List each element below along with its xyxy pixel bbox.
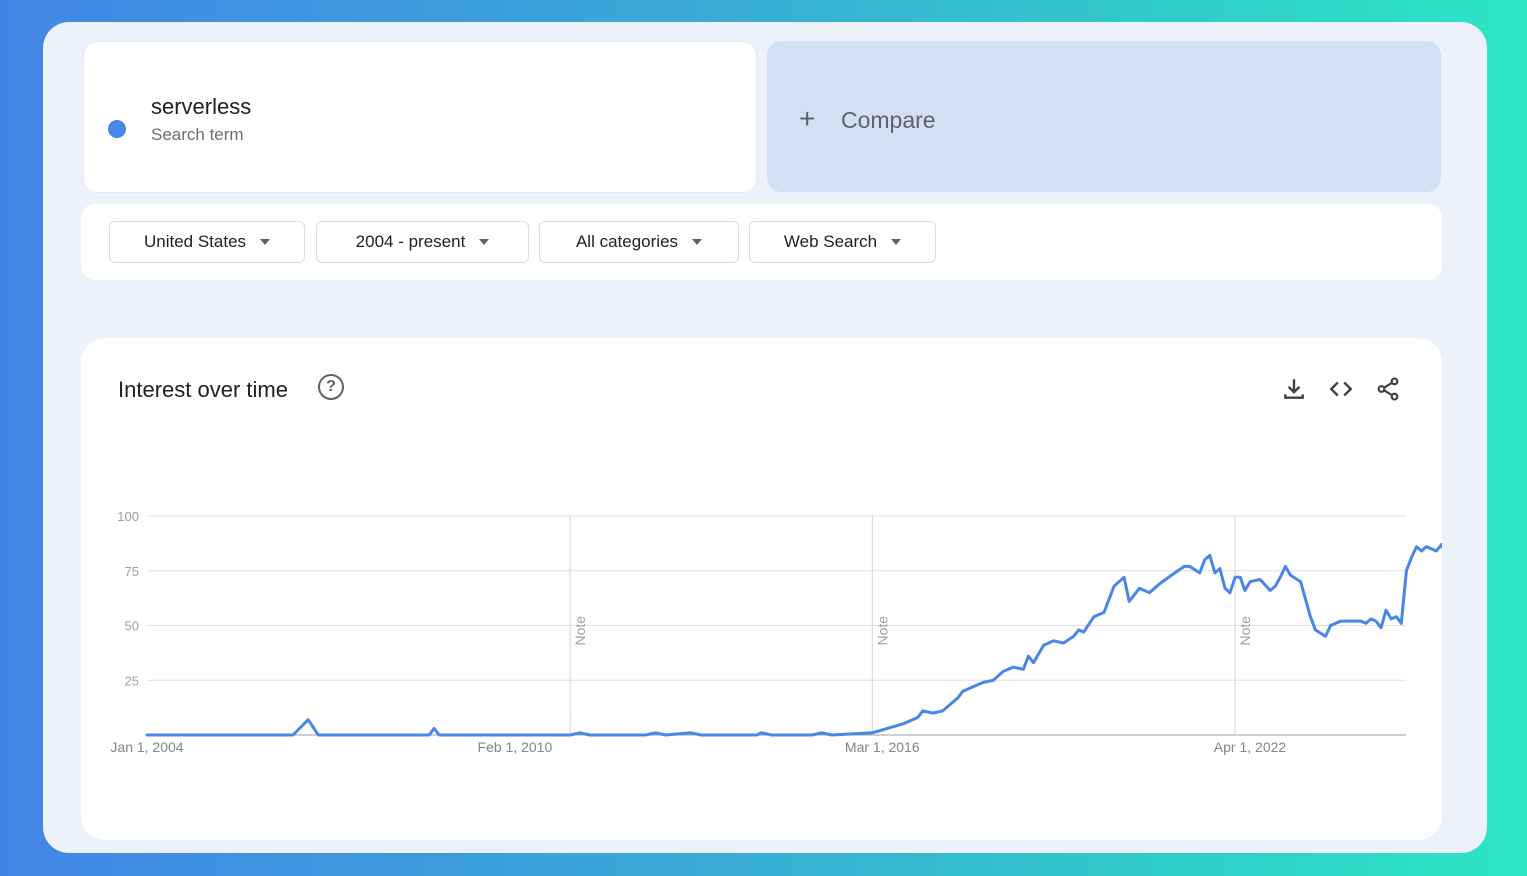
y-tick-label: 25	[125, 673, 139, 688]
time-range-dropdown-label: 2004 - present	[355, 232, 466, 251]
line-chart: 100 75 50 25 Note Note Note Jan 1, 2004 Feb 1, 2…	[110, 509, 1442, 755]
x-tick-label: Jan 1, 2004	[110, 739, 183, 755]
filters-bar: United States 2004 - present All categor…	[81, 204, 1442, 280]
category-dropdown[interactable]: All categories	[539, 221, 739, 263]
y-tick-label: 100	[117, 509, 139, 524]
interest-over-time-panel: Interest over time ? 100 75 50 25 Note Note No…	[81, 338, 1442, 840]
note-label: Note	[572, 616, 588, 646]
y-tick-label: 50	[125, 619, 139, 634]
note-label: Note	[874, 616, 890, 646]
caret-down-icon	[891, 239, 902, 245]
search-term-name: serverless	[151, 94, 252, 119]
region-dropdown[interactable]: United States	[109, 221, 305, 263]
caret-down-icon	[260, 239, 271, 245]
search-term-subtitle: Search term	[151, 125, 244, 144]
note-label: Note	[1237, 616, 1253, 646]
main-frame: serverless Search term + Compare United …	[43, 22, 1487, 853]
time-range-dropdown[interactable]: 2004 - present	[316, 221, 529, 263]
x-tick-label: Mar 1, 2016	[845, 739, 920, 755]
x-tick-label: Apr 1, 2022	[1214, 739, 1287, 755]
x-tick-label: Feb 1, 2010	[478, 739, 553, 755]
search-type-dropdown-label: Web Search	[783, 232, 878, 251]
caret-down-icon	[479, 239, 490, 245]
series-color-dot	[108, 120, 126, 138]
caret-down-icon	[692, 239, 703, 245]
region-dropdown-label: United States	[143, 232, 247, 251]
category-dropdown-label: All categories	[575, 232, 679, 251]
y-tick-label: 75	[125, 564, 139, 579]
search-type-dropdown[interactable]: Web Search	[749, 221, 936, 263]
compare-label: Compare	[841, 107, 936, 133]
plus-icon: +	[799, 103, 816, 134]
search-term-card[interactable]: serverless Search term	[83, 41, 757, 193]
compare-button[interactable]: + Compare	[767, 41, 1441, 192]
